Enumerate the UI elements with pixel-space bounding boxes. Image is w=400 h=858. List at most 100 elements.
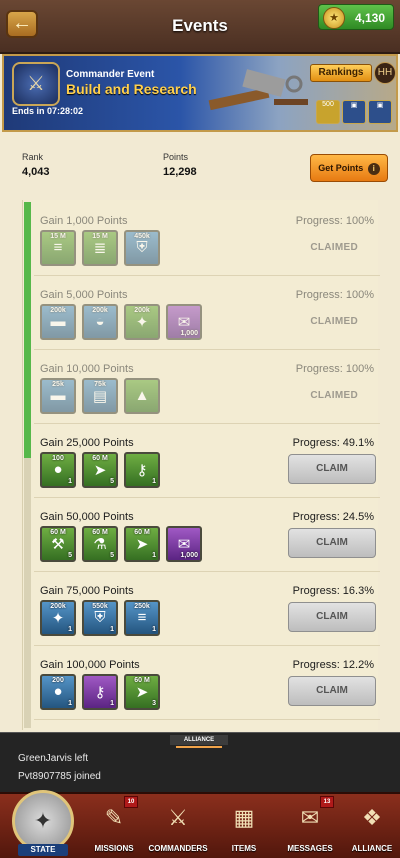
reward-items: ● 100 1 ➤ 60 M 5 ⚷ 1 <box>40 452 160 488</box>
claimed-label: CLAIMED <box>310 242 358 253</box>
nav-missions[interactable]: ✎ 10 MISSIONS <box>82 794 146 858</box>
milestone-goal: Gain 5,000 Points <box>40 289 128 301</box>
currency-button[interactable]: ★ 4,130 <box>318 4 394 30</box>
milestone-progress: Progress: 16.3% <box>292 585 374 597</box>
chat-message: Pvt8907785 joined <box>18 771 101 782</box>
coin-icon[interactable]: ● 100 1 <box>40 452 76 488</box>
milestone-progress: Progress: 24.5% <box>292 511 374 523</box>
key-icon[interactable]: ⚷ 1 <box>82 674 118 710</box>
reward-amount: 15 M <box>92 233 108 240</box>
reward-items: ✦ 200k 1 ⛨ 550k 1 ≡ 250k 1 <box>40 600 160 636</box>
steel-icon[interactable]: ▬ 25k <box>40 378 76 414</box>
chat-tab-alliance[interactable]: ALLIANCE <box>170 735 228 748</box>
milestone-row: Gain 10,000 Points Progress: 100% ▬ 25k ▤ 75k… <box>34 350 380 424</box>
tent-icon[interactable]: ▲ <box>124 378 160 414</box>
reward-amount: 200k <box>92 307 108 314</box>
claimed-label: CLAIMED <box>310 390 358 401</box>
coin-icon[interactable]: 500 <box>316 100 340 124</box>
banner-rewards: 500 ▣ ▣ <box>316 100 392 124</box>
milestone-goal: Gain 25,000 Points <box>40 437 134 449</box>
top-bar: ← Events ★ 4,130 <box>0 0 400 54</box>
shield-icon[interactable]: ⛨ 450k <box>124 230 160 266</box>
milestone-progress: Progress: 100% <box>295 215 374 227</box>
reward-count: 5 <box>68 552 72 559</box>
reward-count: 3 <box>152 700 156 707</box>
nav-label: ITEMS <box>231 844 257 853</box>
coin-icon[interactable]: ● 200 1 <box>40 674 76 710</box>
nav-label: COMMANDERS <box>148 844 208 853</box>
lumber-icon[interactable]: ≣ 15 M <box>82 230 118 266</box>
food-icon[interactable]: ◒ 200k <box>82 304 118 340</box>
chest-icon[interactable]: ▣ <box>368 100 392 124</box>
stats-panel: Rank 4,043 Points 12,298 Get Points i <box>8 144 392 192</box>
speedup-icon[interactable]: ➤ 60 M1 <box>124 526 160 562</box>
reward-count: 5 <box>110 478 114 485</box>
claim-button[interactable]: CLAIM <box>288 454 376 484</box>
speedup-icon[interactable]: ➤ 60 M3 <box>124 674 160 710</box>
reward-count: 1,000 <box>180 552 198 559</box>
reward-count: 1 <box>68 700 72 707</box>
reward-items: ⚒ 60 M 5 ⚗ 60 M 5 ➤ 60 M 1 ✉ 1,000 <box>40 526 202 562</box>
steel-icon[interactable]: ▬ 200k <box>40 304 76 340</box>
milestone-row: Gain 50,000 Points Progress: 24.5% ⚒ 60 M 5 ⚗… <box>34 498 380 572</box>
chat-panel[interactable]: ALLIANCE GreenJarvis left Pvt8907785 joi… <box>0 732 400 792</box>
info-icon[interactable]: i <box>367 162 380 175</box>
cash-icon[interactable]: ▤ 75k <box>82 378 118 414</box>
reward-amount: 25k <box>52 381 64 388</box>
wood-icon[interactable]: ≡ 250k 1 <box>124 600 160 636</box>
research-speedup-icon[interactable]: ⚗ 60 M5 <box>82 526 118 562</box>
reward-amount: 200 <box>52 677 64 684</box>
milestone-row: Gain 100,000 Points Progress: 12.2% ● 200 1 ⚷… <box>34 646 380 720</box>
reward-count: 1 <box>152 552 156 559</box>
reward-amount: 75k <box>94 381 106 388</box>
currency-value: 4,130 <box>354 11 385 25</box>
rankings-button[interactable]: Rankings <box>310 64 372 82</box>
milestone-progress: Progress: 100% <box>295 363 374 375</box>
reward-count: 5 <box>110 552 114 559</box>
speedup-icon[interactable]: ➤ 60 M5 <box>82 452 118 488</box>
chest-icon[interactable]: ▣ <box>342 100 366 124</box>
reward-count: 1 <box>110 700 114 707</box>
scroll-icon[interactable]: ✉ 1,000 <box>166 304 202 340</box>
nav-state[interactable]: ✦ STATE <box>0 790 86 858</box>
claim-button[interactable]: CLAIM <box>288 676 376 706</box>
milestone-row: Gain 75,000 Points Progress: 16.3% ✦ 200k 1 ⛨… <box>34 572 380 646</box>
event-title: Build and Research <box>66 81 197 97</box>
nav-commanders[interactable]: ⚔ COMMANDERS <box>146 794 210 858</box>
claim-button[interactable]: CLAIM <box>288 528 376 558</box>
reward-amount: 450k <box>134 233 150 240</box>
get-points-button[interactable]: Get Points i <box>310 154 388 182</box>
nav-alliance[interactable]: ❖ ALLIANCE <box>340 794 400 858</box>
reward-amount: 60 M <box>134 529 150 536</box>
medal-icon[interactable]: ✦ 200k 1 <box>40 600 76 636</box>
claim-button[interactable]: CLAIM <box>288 602 376 632</box>
reward-amount: 200k <box>50 603 66 610</box>
reward-amount: 60 M <box>50 529 66 536</box>
medal-icon[interactable]: ✦ 200k <box>124 304 160 340</box>
scroll-icon[interactable]: ✉ 1,000 <box>166 526 202 562</box>
crossed-swords-icon: ⚔ <box>12 62 60 106</box>
reward-items: ● 200 1 ⚷ 1 ➤ 60 M3 <box>40 674 160 710</box>
shield-icon[interactable]: ⛨ 550k 1 <box>82 600 118 636</box>
reward-count: 1 <box>68 626 72 633</box>
key-icon[interactable]: ⚷ 1 <box>124 452 160 488</box>
bottom-nav: ✦ STATE ✎ 10 MISSIONS ⚔ COMMANDERS ▦ ITE… <box>0 790 400 858</box>
reward-amount: 200k <box>134 307 150 314</box>
tools-illustration-icon <box>208 69 308 111</box>
reward-count: 1 <box>68 478 72 485</box>
points-value: 12,298 <box>163 166 197 178</box>
reward-amount: 60 M <box>134 677 150 684</box>
nav-messages[interactable]: ✉ 13 MESSAGES <box>278 794 342 858</box>
milestone-progress: Progress: 12.2% <box>292 659 374 671</box>
rank-insignia-icon[interactable]: HH <box>374 62 396 84</box>
crossed-rifles-icon: ⚔ <box>168 805 188 830</box>
build-speedup-icon[interactable]: ⚒ 60 M5 <box>40 526 76 562</box>
nav-label: STATE <box>18 844 68 856</box>
milestone-progress: Progress: 49.1% <box>292 437 374 449</box>
reward-amount: 60 M <box>92 455 108 462</box>
progress-rail-empty <box>24 458 31 728</box>
nav-items[interactable]: ▦ ITEMS <box>212 794 276 858</box>
eagle-coin-icon: ★ <box>323 7 345 29</box>
wood-icon[interactable]: ≡ 15 M <box>40 230 76 266</box>
reward-amount: 550k <box>92 603 108 610</box>
